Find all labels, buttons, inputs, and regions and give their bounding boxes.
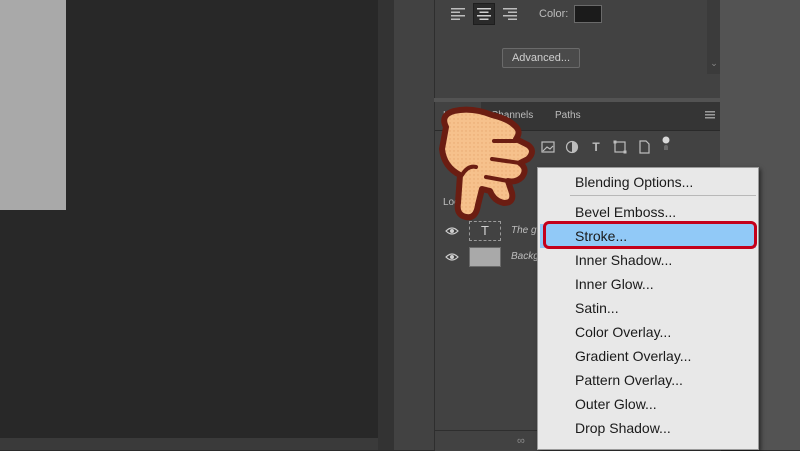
filter-type-icon[interactable]: T	[589, 140, 603, 154]
menu-item-inner-glow[interactable]: Inner Glow...	[540, 272, 756, 296]
align-center-icon	[477, 8, 491, 20]
panel-menu-icon[interactable]	[705, 111, 715, 119]
align-center-button[interactable]	[473, 3, 495, 25]
canvas-vertical-scrollbar[interactable]	[378, 0, 394, 450]
character-panel: Color: Advanced... ⌄	[434, 0, 721, 98]
link-layers-icon[interactable]: ∞	[517, 435, 525, 447]
menu-item-blending-options[interactable]: Blending Options...	[540, 170, 756, 194]
align-left-button[interactable]	[447, 3, 469, 25]
layer-name[interactable]: Backg	[511, 251, 539, 262]
menu-item-color-overlay[interactable]: Color Overlay...	[540, 320, 756, 344]
advanced-button[interactable]: Advanced...	[502, 48, 580, 68]
layer-thumbnail	[469, 247, 501, 267]
menu-item-stroke[interactable]: Stroke...	[540, 224, 756, 248]
document-canvas[interactable]	[0, 0, 378, 438]
tab-paths[interactable]: Paths	[547, 102, 589, 130]
pointing-hand-icon	[439, 106, 535, 221]
align-right-button[interactable]	[499, 3, 521, 25]
layer-style-menu: Blending Options... Bevel Emboss... Stro…	[537, 167, 759, 450]
menu-separator	[570, 195, 756, 196]
eye-icon[interactable]	[445, 225, 459, 237]
eye-icon[interactable]	[445, 251, 459, 263]
menu-item-drop-shadow[interactable]: Drop Shadow...	[540, 416, 756, 440]
menu-item-bevel-emboss[interactable]: Bevel Emboss...	[540, 200, 756, 224]
menu-item-gradient-overlay[interactable]: Gradient Overlay...	[540, 344, 756, 368]
scroll-down-icon[interactable]: ⌄	[707, 56, 721, 70]
align-right-icon	[503, 8, 517, 20]
color-label: Color:	[539, 8, 569, 20]
filter-smart-object-icon[interactable]	[637, 140, 651, 154]
menu-item-satin[interactable]: Satin...	[540, 296, 756, 320]
menu-item-inner-shadow[interactable]: Inner Shadow...	[540, 248, 756, 272]
filter-shape-icon[interactable]	[613, 140, 627, 154]
align-left-icon	[451, 8, 465, 20]
menu-item-pattern-overlay[interactable]: Pattern Overlay...	[540, 368, 756, 392]
filter-adjustment-icon[interactable]	[565, 140, 579, 154]
canvas-horizontal-scrollbar[interactable]	[0, 438, 378, 450]
menu-item-outer-glow[interactable]: Outer Glow...	[540, 392, 756, 416]
filter-toggle-icon[interactable]	[661, 136, 675, 150]
document-page[interactable]	[0, 0, 66, 210]
text-color-swatch[interactable]	[574, 5, 602, 23]
layer-name[interactable]: The g	[511, 225, 537, 236]
panel-dock-gutter	[394, 0, 434, 450]
